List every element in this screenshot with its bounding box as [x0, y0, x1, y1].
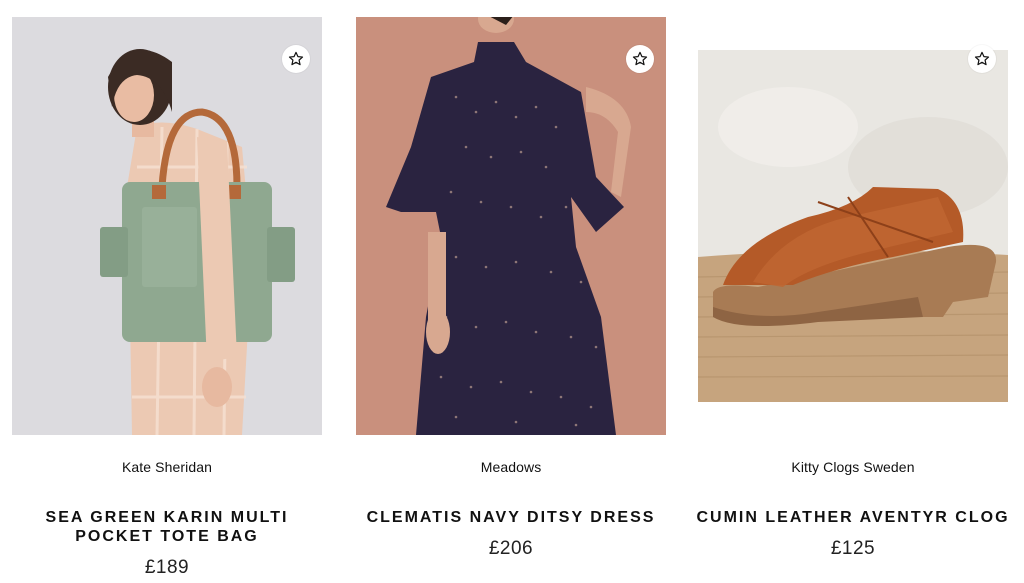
product-grid: Kate Sheridan SEA GREEN KARIN MULTI POCK… [0, 0, 1024, 583]
product-image[interactable] [12, 17, 322, 435]
favorite-button[interactable] [282, 45, 310, 73]
product-title[interactable]: CUMIN LEATHER AVENTYR CLOG [688, 508, 1018, 527]
product-price: £125 [830, 538, 876, 559]
star-outline-icon [288, 51, 304, 66]
product-card[interactable]: Kate Sheridan SEA GREEN KARIN MULTI POCK… [12, 0, 322, 583]
product-card[interactable]: Kitty Clogs Sweden CUMIN LEATHER AVENTYR… [696, 0, 1008, 583]
star-outline-icon [632, 51, 648, 66]
product-title-line: POCKET TOTE BAG [75, 528, 259, 545]
product-title-line: CLEMATIS NAVY DITSY DRESS [366, 509, 656, 526]
product-title-line: CUMIN LEATHER AVENTYR CLOG [696, 509, 1010, 526]
star-outline-icon [974, 51, 990, 66]
product-brand[interactable]: Kitty Clogs Sweden [698, 459, 1008, 475]
favorite-button[interactable] [626, 45, 654, 73]
product-brand[interactable]: Kate Sheridan [12, 459, 322, 475]
product-image[interactable] [356, 17, 666, 435]
product-brand[interactable]: Meadows [356, 459, 666, 475]
product-price: £206 [488, 538, 534, 559]
favorite-button[interactable] [968, 45, 996, 73]
product-price: £189 [144, 557, 190, 578]
product-card[interactable]: Meadows CLEMATIS NAVY DITSY DRESS £206 [356, 0, 666, 583]
product-title[interactable]: CLEMATIS NAVY DITSY DRESS [346, 508, 676, 527]
product-title-line: SEA GREEN KARIN MULTI [45, 509, 289, 526]
product-title[interactable]: SEA GREEN KARIN MULTI POCKET TOTE BAG [2, 508, 332, 546]
product-image[interactable] [698, 17, 1008, 435]
